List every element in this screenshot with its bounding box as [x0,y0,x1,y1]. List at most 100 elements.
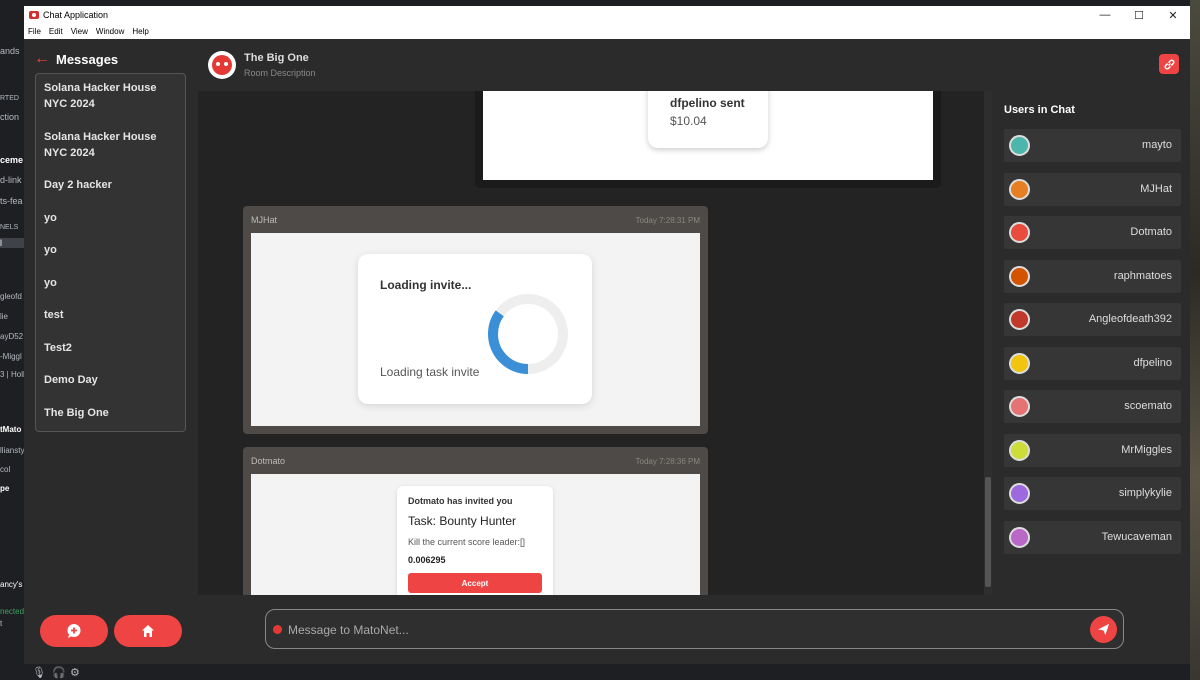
task-description: Kill the current score leader:[] [408,537,526,547]
bg-text: l [0,238,24,248]
menu-help[interactable]: Help [132,27,148,36]
close-button[interactable]: ✕ [1156,9,1190,22]
chat-scrollbar[interactable] [984,91,992,595]
chat-messages[interactable]: dfpelino sent $10.04 MJHat Today 7:28:31… [198,91,984,595]
menu-window[interactable]: Window [96,27,124,36]
user-row[interactable]: mayto [1004,129,1181,162]
user-row[interactable]: dfpelino [1004,346,1181,380]
room-title: The Big One [244,52,309,64]
room-item[interactable]: yo [44,210,177,226]
invite-from: Dotmato has invited you [408,496,513,506]
room-item[interactable]: Demo Day [44,372,177,388]
message-composer [265,609,1124,649]
back-arrow-icon[interactable]: ← [34,50,50,68]
bg-text: ts-fea [0,196,23,206]
room-item[interactable]: Test2 [44,340,177,356]
bg-text: RTED [0,95,19,102]
bg-text: lliansty [0,446,24,455]
user-avatar [1009,178,1030,200]
room-item[interactable]: yo [44,242,177,258]
bg-text: t [0,619,3,628]
bg-text: lie [0,312,9,321]
user-name: Tewucaveman [1101,530,1172,543]
user-row[interactable]: simplykylie [1004,477,1181,510]
user-name: dfpelino [1133,356,1172,369]
message-embed: Dotmato has invited you Task: Bounty Hun… [251,474,700,595]
composer-bar [198,595,1190,664]
user-row[interactable]: Dotmato [1004,216,1181,249]
sidebar-title: Messages [56,51,119,67]
background-taskbar: 🎙 🎧 ⚙ [24,664,1190,680]
maximize-button[interactable]: ☐ [1122,9,1156,22]
bg-text: pe [0,484,10,493]
message-timestamp: Today 7:28:31 PM [635,216,700,225]
invite-link-button[interactable] [1159,54,1179,74]
message-author: Dotmato [251,456,286,466]
menu-file[interactable]: File [28,27,41,36]
room-item[interactable]: Day 2 hacker [44,177,177,193]
bg-text: col [0,465,11,474]
message-author: MJHat [251,215,278,225]
user-row[interactable]: Angleofdeath392 [1004,303,1181,336]
bg-text: gleofd [0,292,22,301]
bg-text: d-link [0,175,22,185]
gear-icon: ⚙ [70,667,80,679]
user-avatar [1009,352,1030,374]
user-row[interactable]: scoemato [1004,390,1181,423]
room-item[interactable]: Solana Hacker House NYC 2024 [44,129,177,161]
user-name: MrMiggles [1121,443,1172,456]
loading-text: Loading task invite [380,365,480,379]
bg-text: nected [0,607,24,616]
user-row[interactable]: MJHat [1004,172,1181,206]
user-name: mayto [1142,139,1172,151]
menu-bar: File Edit View Window Help [24,24,1190,39]
bg-text: ceme [0,155,24,165]
background-app-fragment: ands RTED ction ceme d-link ts-fea NELS … [0,0,24,680]
menu-view[interactable]: View [71,27,88,36]
room-item[interactable]: The Big One [44,405,177,421]
user-row[interactable]: Tewucaveman [1004,520,1181,554]
record-dot-icon [273,625,282,634]
message-embed: Loading invite... Loading task invite [251,233,700,426]
chat-application-window: Chat Application — ☐ ✕ File Edit View Wi… [24,6,1190,664]
headphones-icon: 🎧 [52,667,66,679]
room-item[interactable]: test [44,307,177,323]
tomato-logo-icon [212,55,232,75]
user-avatar [1009,135,1030,156]
user-row[interactable]: raphmatoes [1004,259,1181,293]
room-avatar [208,51,236,79]
new-chat-button[interactable] [40,615,108,647]
menu-edit[interactable]: Edit [49,27,63,36]
payment-amount: $10.04 [670,114,707,128]
users-title: Users in Chat [1004,104,1075,116]
message-input[interactable] [288,618,1068,642]
link-icon [1164,59,1174,69]
home-button[interactable] [114,615,182,647]
accept-button[interactable]: Accept [408,573,542,593]
user-avatar [1009,396,1030,417]
room-description: Room Description [244,68,316,78]
bg-text: 3 | Holl [0,370,24,379]
bg-text: NELS [0,224,19,231]
user-avatar [1009,439,1030,461]
chat-plus-icon [67,624,81,638]
scrollbar-thumb[interactable] [985,477,991,587]
loading-title: Loading invite... [380,278,472,292]
loading-spinner [488,294,568,374]
room-item[interactable]: yo [44,275,177,291]
user-avatar [1009,265,1030,287]
send-button[interactable] [1090,616,1117,643]
task-amount: 0.006295 [408,555,446,565]
room-item[interactable]: Solana Hacker House NYC 2024 [44,80,177,112]
title-bar: Chat Application — ☐ ✕ [24,6,1190,24]
minimize-button[interactable]: — [1088,9,1122,22]
desktop-wallpaper [1190,0,1200,680]
app-logo-icon [29,11,39,19]
sidebar: ← Messages Solana Hacker House NYC 2024 … [24,39,198,664]
user-row[interactable]: MrMiggles [1004,433,1181,467]
user-name: scoemato [1124,400,1172,412]
users-panel: Users in Chat mayto MJHat Dotmato raphmatoe… [992,91,1190,595]
user-name: MJHat [1140,182,1172,195]
payment-title: dfpelino sent [670,96,745,110]
user-avatar [1009,483,1030,504]
